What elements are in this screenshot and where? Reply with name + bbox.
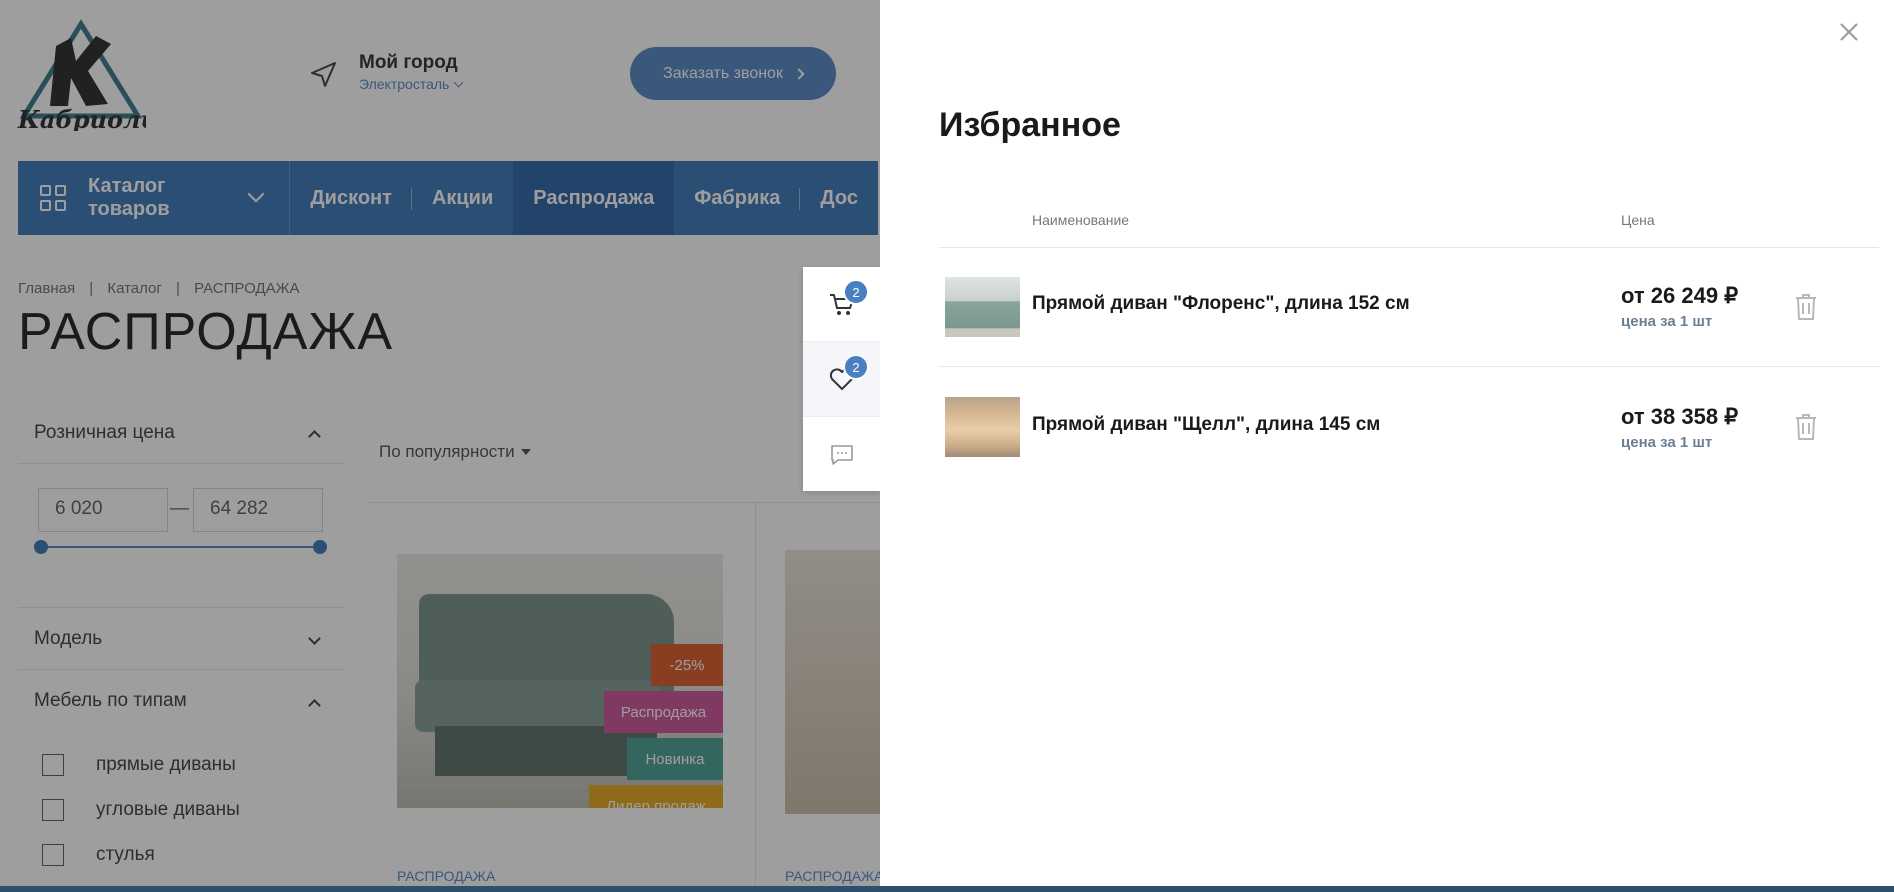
favorite-item: Прямой диван "Щелл", длина 145 см от 38 … xyxy=(939,367,1879,487)
chat-icon xyxy=(830,444,853,465)
favorite-item-unit: цена за 1 шт xyxy=(1621,313,1713,330)
delete-button[interactable] xyxy=(1794,293,1818,321)
bottom-bar xyxy=(0,886,1894,892)
favorites-widget-button[interactable]: 2 xyxy=(803,342,880,417)
favorite-item-price: от 38 358 ₽ xyxy=(1621,404,1739,429)
favorite-item-price: от 26 249 ₽ xyxy=(1621,283,1739,308)
chat-widget-button[interactable] xyxy=(803,417,880,492)
favorite-item-image[interactable] xyxy=(945,277,1020,337)
close-button[interactable] xyxy=(1837,20,1861,44)
favorites-count-badge: 2 xyxy=(843,354,869,380)
floating-widget: 2 2 xyxy=(803,267,880,491)
cart-count-badge: 2 xyxy=(843,279,869,305)
favorites-title: Избранное xyxy=(939,106,1121,144)
favorite-item: Прямой диван "Флоренс", длина 152 см от … xyxy=(939,247,1879,367)
column-header-name: Наименование xyxy=(1032,212,1130,228)
cart-widget-button[interactable]: 2 xyxy=(803,267,880,342)
favorite-item-unit: цена за 1 шт xyxy=(1621,434,1713,451)
favorite-item-image[interactable] xyxy=(945,397,1020,457)
column-header-price: Цена xyxy=(1621,212,1655,228)
delete-button[interactable] xyxy=(1794,413,1818,441)
favorite-item-name[interactable]: Прямой диван "Щелл", длина 145 см xyxy=(1032,414,1380,436)
close-icon xyxy=(1840,23,1858,41)
modal-overlay[interactable] xyxy=(0,0,880,892)
trash-icon xyxy=(1796,294,1816,320)
favorite-item-name[interactable]: Прямой диван "Флоренс", длина 152 см xyxy=(1032,293,1410,315)
trash-icon xyxy=(1796,414,1816,440)
